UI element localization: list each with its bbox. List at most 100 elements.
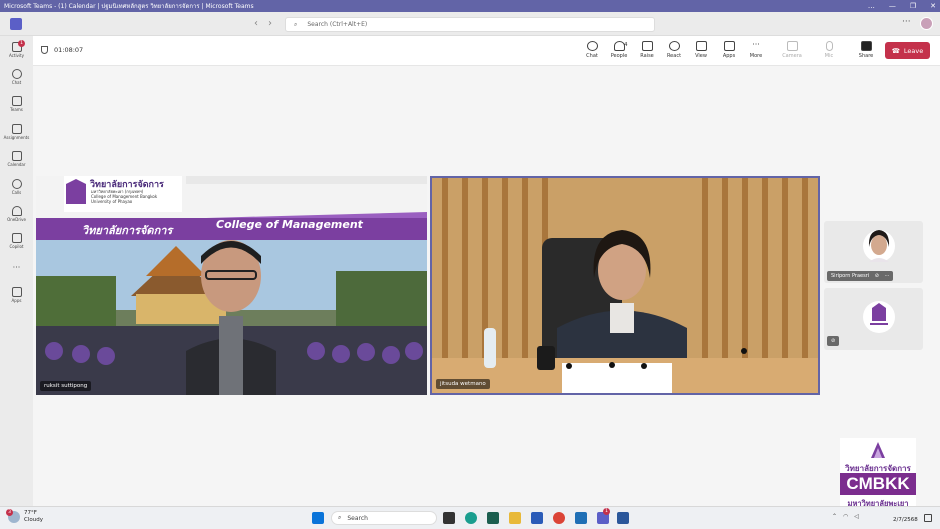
- maximize-button[interactable]: ❐: [910, 2, 916, 10]
- rail-more[interactable]: ···: [0, 263, 33, 272]
- rail-item-onedrive[interactable]: OneDrive: [0, 206, 33, 222]
- search-icon: ⌕: [294, 20, 298, 28]
- app-rail: 1 Activity Chat Teams Assignments Calend…: [0, 36, 33, 506]
- system-tray[interactable]: ⌃ ◠ ◁: [832, 513, 859, 520]
- chevron-up-icon[interactable]: ⌃: [832, 513, 837, 520]
- view-button[interactable]: View: [689, 41, 713, 59]
- share-button[interactable]: Share: [854, 41, 878, 59]
- calendar-icon: [11, 151, 22, 161]
- participant-name-tag: Siriporn Praesri ⊘ ···: [827, 271, 894, 281]
- teams-icon: [11, 96, 22, 106]
- camera-label: Camera: [782, 53, 802, 59]
- rail-item-activity[interactable]: 1 Activity: [0, 40, 33, 58]
- people-button[interactable]: People 4: [607, 41, 631, 59]
- slide-banner-thai: วิทยาลัยการจัดการ: [82, 224, 173, 237]
- phone-icon: [11, 179, 22, 189]
- teams-topbar: ‹ › ⌕ Search (Ctrl+Alt+E) ···: [0, 12, 940, 36]
- chrome-icon[interactable]: [553, 512, 565, 524]
- taskbar-search[interactable]: ⌕ Search: [331, 511, 437, 525]
- rail-item-teams[interactable]: Teams: [0, 96, 33, 112]
- add-apps-icon: [11, 287, 22, 297]
- app-icon[interactable]: [575, 512, 587, 524]
- react-button[interactable]: React: [662, 41, 686, 59]
- window-titlebar: Microsoft Teams - (1) Calendar | ปฐมนิเท…: [0, 0, 940, 12]
- outlook-icon[interactable]: [531, 512, 543, 524]
- rail-label: Apps: [11, 298, 22, 303]
- mic-button[interactable]: Mic: [817, 41, 841, 59]
- teams-logo-icon: [10, 18, 22, 30]
- weather-widget[interactable]: 3 77°F Cloudy: [6, 509, 43, 524]
- window-title: Microsoft Teams - (1) Calendar | ปฐมนิเท…: [4, 3, 254, 10]
- settings-more-button[interactable]: ···: [902, 17, 911, 27]
- teams-taskbar-badge: 1: [603, 508, 610, 515]
- mic-muted-icon: ⊘: [831, 338, 836, 344]
- speaker-icon[interactable]: ◁: [854, 513, 859, 520]
- more-label: More: [749, 53, 763, 59]
- rail-item-assignments[interactable]: Assignments: [0, 124, 33, 140]
- search-input[interactable]: ⌕ Search (Ctrl+Alt+E): [285, 17, 655, 32]
- mic-muted-tag: ⊘: [827, 336, 840, 346]
- leave-button[interactable]: ☎ Leave: [885, 42, 930, 59]
- video-feed-1: [36, 176, 427, 395]
- cmbkk-watermark: วิทยาลัยการจัดการ CMBKK มหาวิทยาลัยพะเยา: [840, 438, 916, 510]
- minimize-button[interactable]: —: [889, 2, 896, 10]
- more-icon[interactable]: ···: [885, 273, 890, 279]
- rail-item-apps[interactable]: Apps: [0, 287, 33, 303]
- video-tile-ruksit[interactable]: วิทยาลัยการจัดการ มหาวิทยาลัยพะเยา (กรุง…: [36, 176, 427, 395]
- video-tile-jitsuda[interactable]: jitsuda wetmano: [430, 176, 820, 395]
- edge-icon[interactable]: [465, 512, 477, 524]
- profile-avatar[interactable]: [920, 17, 933, 30]
- side-tile-cmbkk[interactable]: ⊘: [824, 288, 923, 350]
- chat-label: Chat: [586, 53, 598, 59]
- slide-banner-english: College of Management: [216, 218, 363, 231]
- raise-label: Raise: [640, 53, 654, 59]
- window-more-button[interactable]: …: [868, 2, 875, 10]
- task-view-icon[interactable]: [443, 512, 455, 524]
- rail-item-calendar[interactable]: Calendar: [0, 151, 33, 167]
- word-icon[interactable]: [617, 512, 629, 524]
- leave-label: Leave: [903, 46, 924, 55]
- notifications-icon[interactable]: [924, 514, 932, 522]
- raise-hand-button[interactable]: Raise: [635, 41, 659, 59]
- plus-icon: [723, 41, 735, 51]
- rail-item-copilot[interactable]: Copilot: [0, 233, 33, 249]
- back-arrow-icon[interactable]: ‹: [254, 18, 258, 29]
- view-label: View: [695, 53, 707, 59]
- meeting-timer: 01:08:07: [41, 46, 83, 54]
- side-tile-siriporn[interactable]: Siriporn Praesri ⊘ ···: [824, 221, 923, 283]
- close-button[interactable]: ✕: [930, 2, 936, 10]
- participant-name: Siriporn Praesri: [831, 273, 870, 279]
- rail-item-calls[interactable]: Calls: [0, 179, 33, 195]
- slide-logo-sub3: University of Phayao: [91, 199, 133, 204]
- participant-name-tag: ruksit suttipong: [40, 381, 92, 391]
- mic-off-icon: [825, 41, 833, 51]
- share-icon: [860, 41, 872, 51]
- more-button[interactable]: ··· More: [744, 40, 768, 60]
- chat-icon: [11, 69, 22, 79]
- watermark-acronym: CMBKK: [840, 473, 916, 495]
- rail-item-chat[interactable]: Chat: [0, 69, 33, 85]
- slide-logo-sub: มหาวิทยาลัยพะเยา (กรุงเทพฯ) College of M…: [91, 189, 157, 204]
- more-icon: ···: [752, 40, 760, 49]
- teams-taskbar-icon[interactable]: 1: [597, 508, 610, 524]
- mic-muted-icon: ⊘: [874, 273, 879, 279]
- windows-start-icon[interactable]: [312, 512, 324, 524]
- meeting-toolbar: 01:08:07 Chat People 4 Raise React View …: [33, 36, 940, 66]
- store-icon[interactable]: [487, 512, 499, 524]
- rail-label: Copilot: [9, 244, 24, 249]
- rail-label: Calls: [11, 190, 22, 195]
- participant-name: jitsuda wetmano: [440, 381, 486, 387]
- chat-icon: [586, 41, 598, 51]
- share-label: Share: [858, 53, 874, 59]
- window-controls: … — ❐ ✕: [868, 0, 936, 12]
- camera-button[interactable]: Camera: [780, 41, 804, 59]
- apps-button[interactable]: Apps: [717, 41, 741, 59]
- wifi-icon[interactable]: ◠: [843, 513, 848, 520]
- file-explorer-icon[interactable]: [509, 512, 521, 524]
- taskbar-clock[interactable]: 2/7/2568: [893, 517, 918, 523]
- rail-label: Chat: [11, 80, 22, 85]
- forward-arrow-icon[interactable]: ›: [268, 18, 272, 29]
- weather-text: 77°F Cloudy: [24, 510, 43, 524]
- people-count: 4: [624, 42, 628, 48]
- chat-button[interactable]: Chat: [580, 41, 604, 59]
